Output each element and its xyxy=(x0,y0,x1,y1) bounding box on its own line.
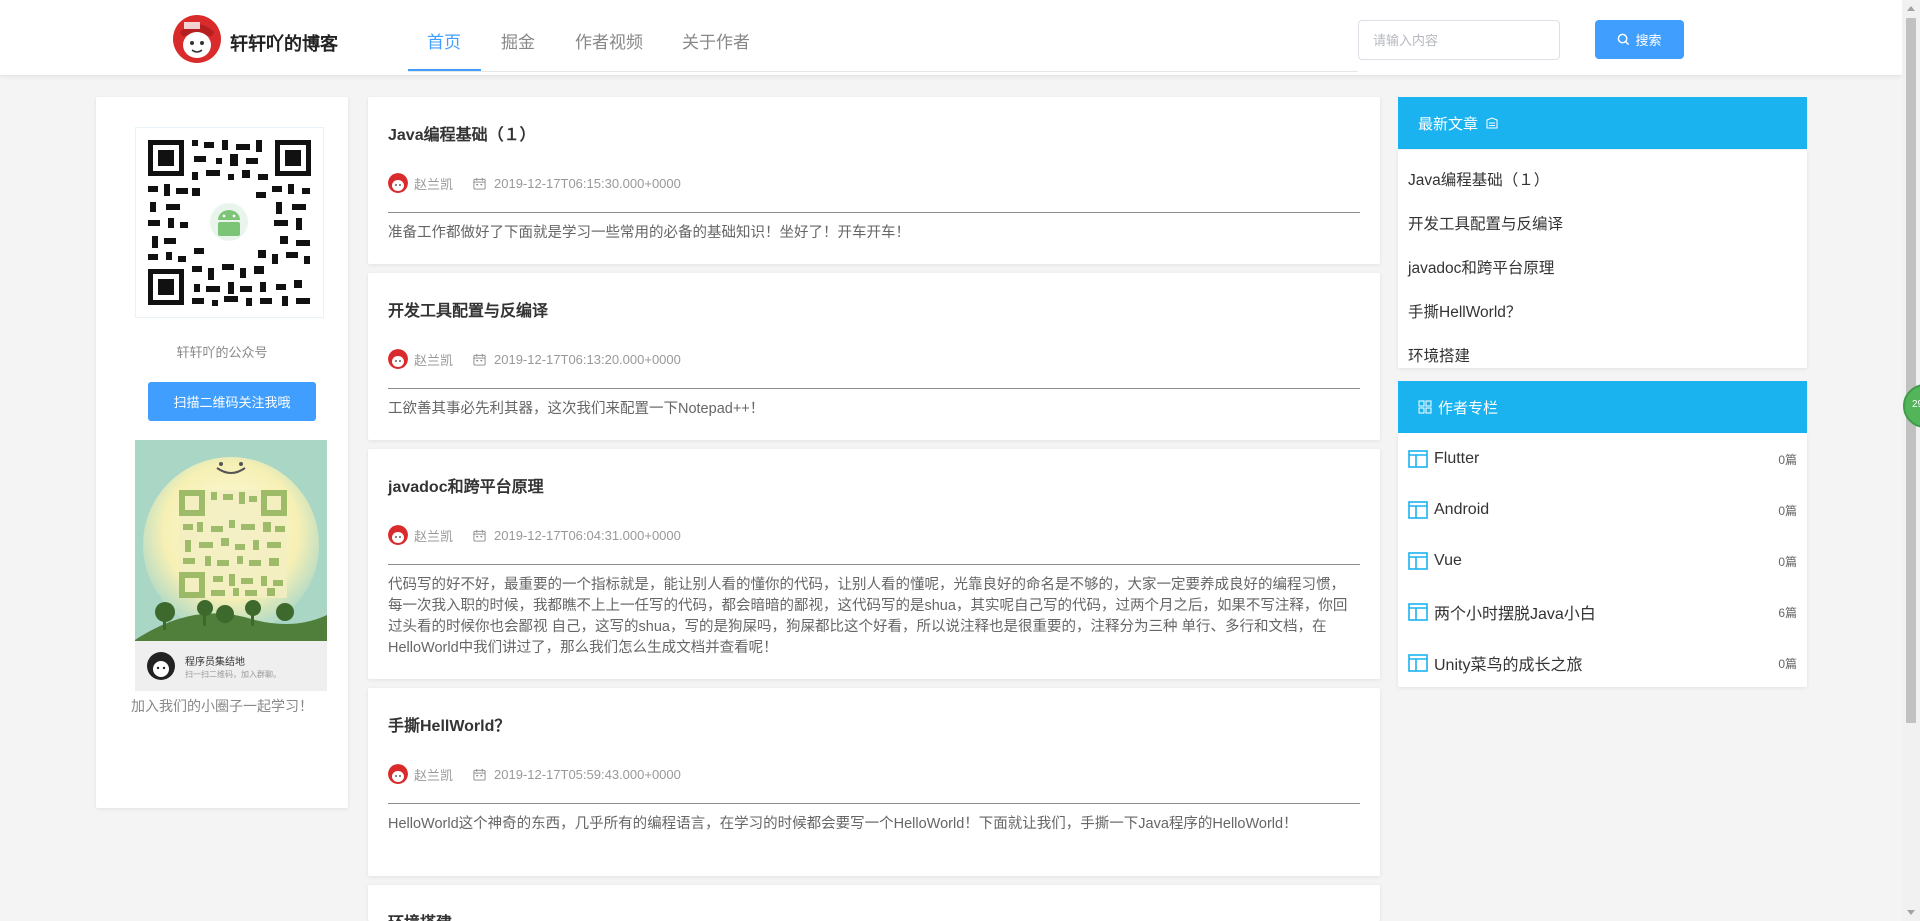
article-title[interactable]: 环境搭建 xyxy=(388,909,452,921)
calendar-icon xyxy=(473,768,486,781)
article-title[interactable]: 开发工具配置与反编译 xyxy=(388,297,548,321)
latest-article-link[interactable]: Java编程基础（１） xyxy=(1408,168,1549,190)
column-count: 0篇 xyxy=(1778,503,1797,518)
page-scrollbar[interactable] xyxy=(1902,0,1920,921)
column-count: 0篇 xyxy=(1778,656,1797,671)
column-count: 0篇 xyxy=(1778,452,1797,467)
calendar-icon xyxy=(473,529,486,542)
author-avatar-icon xyxy=(388,764,408,784)
article-card[interactable]: 手撕HellWorld？ 赵兰凯 2019-12-17T05:59:43.000… xyxy=(368,688,1380,876)
article-meta: 赵兰凯 2019-12-17T06:15:30.000+0000 xyxy=(388,172,681,194)
article-date: 2019-12-17T05:59:43.000+0000 xyxy=(494,766,681,782)
article-divider xyxy=(388,388,1360,389)
article-card[interactable]: Java编程基础（１） 赵兰凯 2019-12-17T06:15:30.000+… xyxy=(368,97,1380,264)
article-date: 2019-12-17T06:13:20.000+0000 xyxy=(494,351,681,367)
article-author[interactable]: 赵兰凯 xyxy=(414,526,453,545)
article-meta: 赵兰凯 2019-12-17T06:13:20.000+0000 xyxy=(388,348,681,370)
latest-article-link[interactable]: 环境搭建 xyxy=(1408,344,1470,366)
article-author[interactable]: 赵兰凯 xyxy=(414,765,453,784)
article-excerpt: 准备工作都做好了下面就是学习一些常用的必备的基础知识！坐好了！开车开车！ xyxy=(388,225,910,241)
scroll-up-arrow-icon[interactable] xyxy=(1907,6,1915,11)
author-avatar-icon xyxy=(388,349,408,369)
article-excerpt: 工欲善其事必先利其器，这次我们来配置一下Notepad++！ xyxy=(388,401,765,417)
column-item[interactable]: 两个小时摆脱Java小白 6篇 xyxy=(1408,599,1797,625)
article-excerpt: HelloWorld这个神奇的东西，几乎所有的编程语言，在学习的时候都会要写一个… xyxy=(388,816,1298,832)
site-logo[interactable] xyxy=(172,14,222,64)
column-name: Android xyxy=(1434,501,1490,518)
column-name: Unity菜鸟的成长之旅 xyxy=(1434,657,1583,674)
article-meta: 赵兰凯 2019-12-17T06:04:31.000+0000 xyxy=(388,524,681,546)
wechat-qr-code xyxy=(135,127,324,318)
article-card[interactable]: 开发工具配置与反编译 赵兰凯 2019-12-17T06:13:20.000+0… xyxy=(368,273,1380,440)
search-button-label: 搜索 xyxy=(1635,33,1662,48)
column-layout-icon xyxy=(1408,552,1428,570)
group-caption: 加入我们的小圈子一起学习！ xyxy=(131,698,313,714)
follow-button[interactable]: 扫描二维码关注我哦 xyxy=(148,382,316,421)
latest-articles-title: 最新文章 xyxy=(1418,115,1479,133)
search-icon xyxy=(1618,33,1630,46)
nav-about-author[interactable]: 关于作者 xyxy=(682,28,750,53)
column-item[interactable]: Unity菜鸟的成长之旅 0篇 xyxy=(1408,650,1797,676)
column-count: 6篇 xyxy=(1778,605,1797,620)
column-name: Vue xyxy=(1434,552,1462,569)
author-columns-list: Flutter 0篇 Android 0篇 Vue 0篇 两个小时摆脱Java小… xyxy=(1398,433,1807,687)
article-meta: 赵兰凯 2019-12-17T05:59:43.000+0000 xyxy=(388,763,681,785)
article-divider xyxy=(388,564,1360,565)
article-title[interactable]: javadoc和跨平台原理 xyxy=(388,473,544,497)
calendar-icon xyxy=(473,353,486,366)
article-author[interactable]: 赵兰凯 xyxy=(414,350,453,369)
column-name: Flutter xyxy=(1434,450,1480,467)
article-divider xyxy=(388,212,1360,213)
column-name: 两个小时摆脱Java小白 xyxy=(1434,606,1596,623)
group-name: 程序员集结地 xyxy=(185,657,245,668)
author-avatar-icon xyxy=(388,525,408,545)
article-card[interactable]: javadoc和跨平台原理 赵兰凯 2019-12-17T06:04:31.00… xyxy=(368,449,1380,679)
article-date: 2019-12-17T06:04:31.000+0000 xyxy=(494,527,681,543)
author-avatar-icon xyxy=(388,173,408,193)
calendar-icon xyxy=(473,177,486,190)
latest-articles-list: Java编程基础（１） 开发工具配置与反编译 javadoc和跨平台原理 手撕H… xyxy=(1398,150,1807,368)
nav-author-video[interactable]: 作者视频 xyxy=(575,28,643,53)
article-date: 2019-12-17T06:15:30.000+0000 xyxy=(494,175,681,191)
column-item[interactable]: Android 0篇 xyxy=(1408,497,1797,523)
nav-home[interactable]: 首页 xyxy=(427,28,461,53)
latest-article-link[interactable]: 开发工具配置与反编译 xyxy=(1408,212,1563,234)
site-name[interactable]: 轩轩吖的博客 xyxy=(230,30,338,56)
profile-card: 轩轩吖的公众号 扫描二维码关注我哦 程序员集结地 扫一扫二维码，加入群聊。 加入… xyxy=(96,97,348,808)
article-title[interactable]: Java编程基础（１） xyxy=(388,121,536,145)
search-input[interactable] xyxy=(1358,20,1560,60)
article-divider xyxy=(388,803,1360,804)
grid-icon xyxy=(1418,400,1432,414)
column-item[interactable]: Flutter 0篇 xyxy=(1408,446,1797,472)
qr-label: 轩轩吖的公众号 xyxy=(176,345,268,360)
latest-article-link[interactable]: javadoc和跨平台原理 xyxy=(1408,256,1554,278)
scroll-down-arrow-icon[interactable] xyxy=(1907,910,1915,915)
author-columns-header: 作者专栏 xyxy=(1398,381,1807,433)
scrollbar-thumb[interactable] xyxy=(1906,18,1916,723)
search-button[interactable]: 搜索 xyxy=(1595,20,1684,59)
article-card[interactable]: 环境搭建 xyxy=(368,885,1380,921)
column-layout-icon xyxy=(1408,501,1428,519)
group-qr-poster: 程序员集结地 扫一扫二维码，加入群聊。 xyxy=(135,440,327,691)
column-count: 0篇 xyxy=(1778,554,1797,569)
main-nav: 首页 掘金 作者视频 关于作者 xyxy=(408,0,1358,72)
column-layout-icon xyxy=(1408,450,1428,468)
article-title[interactable]: 手撕HellWorld？ xyxy=(388,712,510,736)
group-hint: 扫一扫二维码，加入群聊。 xyxy=(185,670,281,679)
latest-article-link[interactable]: 手撕HellWorld？ xyxy=(1408,300,1521,322)
latest-articles-header: 最新文章 xyxy=(1398,97,1807,149)
column-item[interactable]: Vue 0篇 xyxy=(1408,548,1797,574)
column-layout-icon xyxy=(1408,654,1428,672)
article-excerpt: 代码写的好不好，最重要的一个指标就是，能让别人看的懂你的代码，让别人看的懂呢，光… xyxy=(388,577,1348,656)
author-columns-title: 作者专栏 xyxy=(1438,399,1499,417)
article-author[interactable]: 赵兰凯 xyxy=(414,174,453,193)
column-layout-icon xyxy=(1408,603,1428,621)
top-header: 轩轩吖的博客 首页 掘金 作者视频 关于作者 搜索 xyxy=(0,0,1902,76)
nav-active-indicator xyxy=(408,69,481,71)
article-list-icon xyxy=(1486,117,1498,129)
nav-juejin[interactable]: 掘金 xyxy=(501,28,535,53)
